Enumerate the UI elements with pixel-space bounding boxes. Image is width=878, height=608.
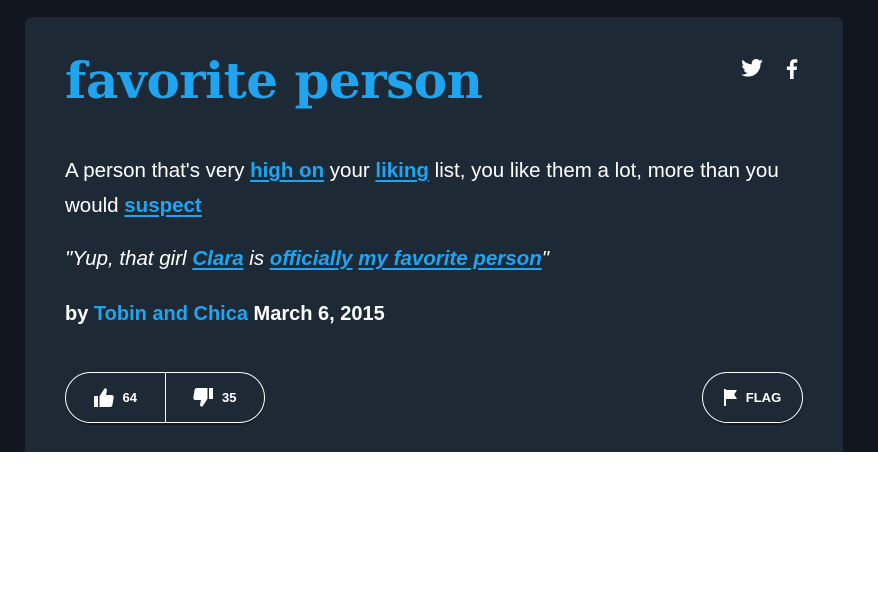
upvote-count: 64 bbox=[122, 390, 137, 405]
example-link-my-favorite-person[interactable]: my favorite person bbox=[358, 247, 541, 270]
example-link-clara[interactable]: Clara bbox=[192, 247, 243, 270]
flag-icon bbox=[723, 389, 737, 406]
example-link-officially[interactable]: officially bbox=[270, 247, 353, 270]
facebook-icon bbox=[786, 59, 798, 79]
definition-word[interactable]: favorite person bbox=[65, 51, 483, 110]
contributor-author-link[interactable]: Tobin and Chica bbox=[94, 303, 248, 325]
contributor-line: by Tobin and Chica March 6, 2015 bbox=[65, 297, 385, 331]
example-text: "Yup, that girl bbox=[65, 247, 193, 270]
meaning-text: A person that's very bbox=[65, 159, 251, 182]
facebook-share-button[interactable] bbox=[786, 59, 798, 84]
meaning-text: your bbox=[324, 159, 376, 182]
meaning-link-high-on[interactable]: high on bbox=[250, 159, 324, 182]
definition-meaning: A person that's very high on your liking… bbox=[65, 153, 825, 223]
thumbs-up-button[interactable]: 64 bbox=[66, 373, 166, 422]
vote-buttons: 64 35 bbox=[65, 372, 265, 423]
flag-button[interactable]: FLAG bbox=[702, 372, 803, 423]
contributor-by: by bbox=[65, 303, 94, 325]
twitter-icon bbox=[741, 59, 763, 77]
definition-card: favorite person A person that's very hig… bbox=[25, 17, 843, 452]
thumbs-up-icon bbox=[93, 388, 114, 407]
meaning-link-liking[interactable]: liking bbox=[375, 159, 429, 182]
thumbs-down-icon bbox=[193, 388, 214, 407]
example-text: is bbox=[243, 247, 270, 270]
contributor-date: March 6, 2015 bbox=[247, 303, 385, 325]
example-text: " bbox=[541, 247, 549, 270]
twitter-share-button[interactable] bbox=[741, 59, 763, 82]
flag-label: FLAG bbox=[745, 390, 782, 405]
thumbs-down-button[interactable]: 35 bbox=[166, 373, 265, 422]
meaning-link-suspect[interactable]: suspect bbox=[124, 194, 201, 217]
definition-example: "Yup, that girl Clara is officially my f… bbox=[65, 242, 825, 276]
downvote-count: 35 bbox=[222, 390, 237, 405]
